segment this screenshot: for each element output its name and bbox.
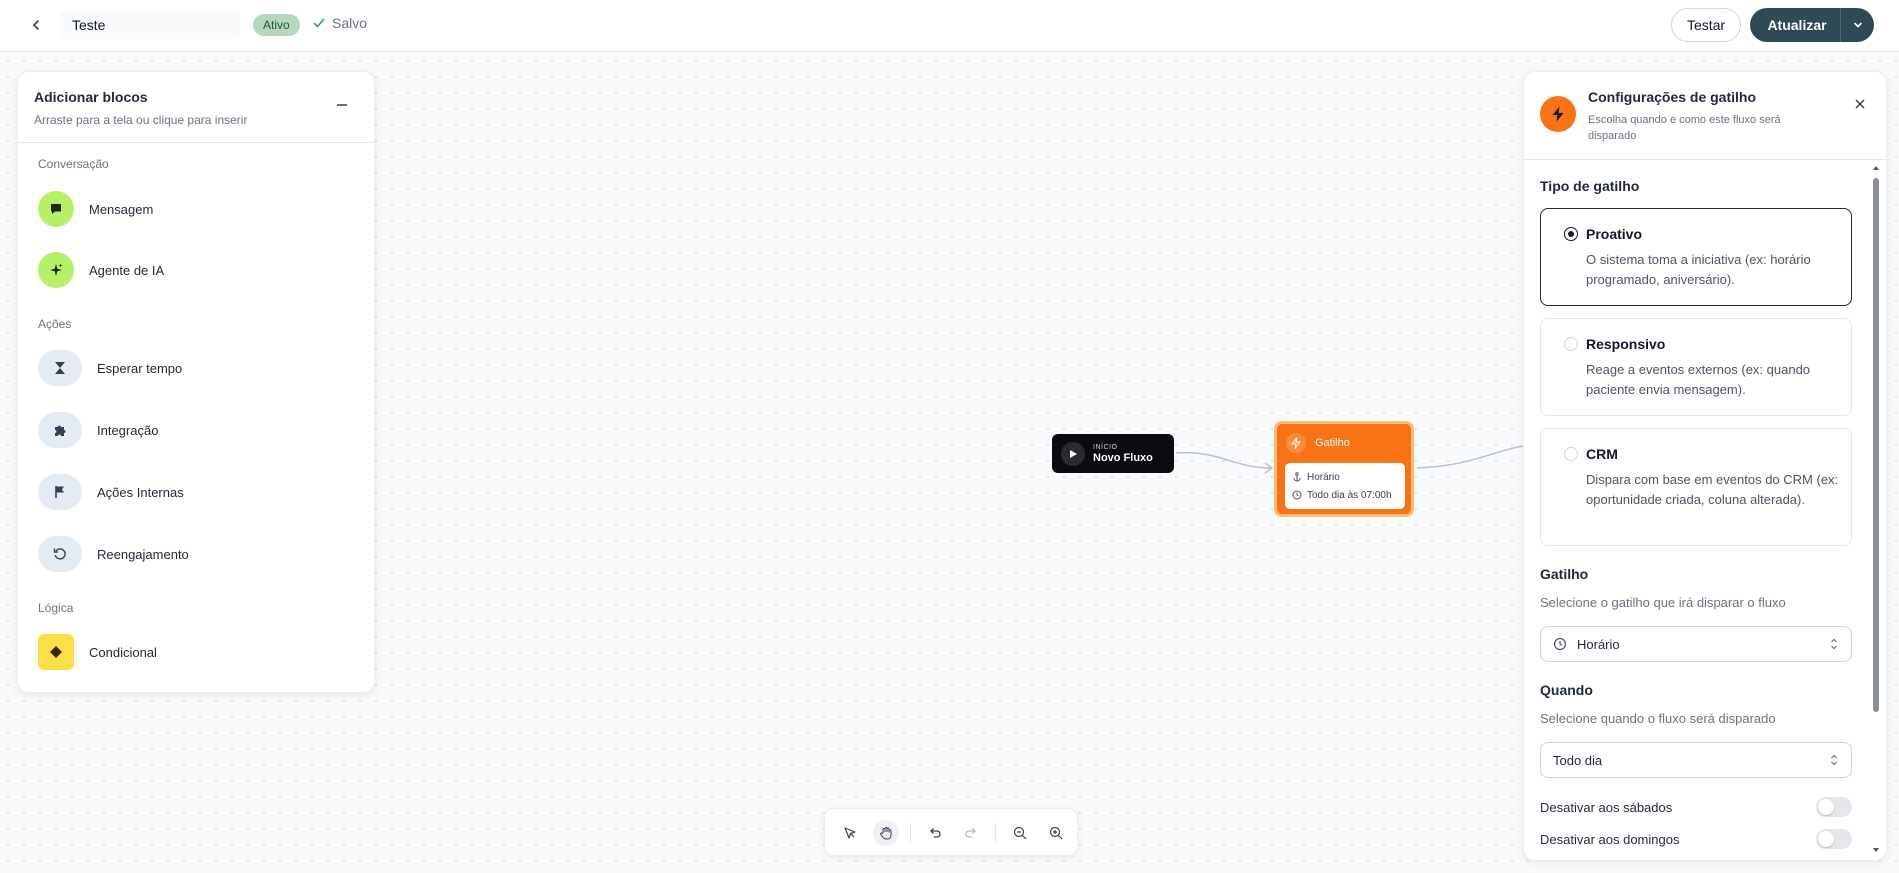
edge-start-trigger (1175, 451, 1273, 469)
trigger-node-line1: Horário (1307, 471, 1340, 483)
radio-crm[interactable] (1564, 447, 1578, 461)
toggle-label: Desativar aos domingos (1540, 831, 1680, 847)
option-title: CRM (1586, 446, 1618, 462)
redo-icon (965, 828, 976, 838)
trigger-help: Selecione o gatilho que irá disparar o f… (1540, 595, 1786, 610)
bolt-icon (1540, 96, 1576, 132)
undo-button[interactable] (922, 820, 948, 846)
option-crm[interactable]: CRM Dispara com base em eventos do CRM (… (1540, 428, 1852, 546)
clock-icon (1553, 637, 1567, 651)
toggle-sunday[interactable] (1816, 829, 1852, 849)
option-title: Proativo (1586, 226, 1643, 242)
toolbar-separator (995, 823, 996, 843)
trigger-config-panel: Configurações de gatilho Escolha quando … (1523, 71, 1887, 861)
option-responsive[interactable]: Responsivo Reage a eventos externos (ex:… (1540, 318, 1852, 416)
zoom-out-button[interactable] (1007, 820, 1033, 846)
toggle-saturday[interactable] (1816, 797, 1852, 817)
hourglass-icon (38, 350, 82, 386)
anchor-icon (1293, 472, 1301, 482)
hand-icon (880, 827, 892, 840)
trigger-node[interactable]: Gatilho Horário Todo dia às 07:00h (1274, 421, 1414, 517)
zoom-out-icon (1013, 826, 1027, 840)
config-panel-header: Configurações de gatilho Escolha quando … (1524, 72, 1886, 160)
cursor-icon (844, 827, 856, 839)
trigger-label: Gatilho (1540, 566, 1589, 582)
option-proactive[interactable]: Proativo O sistema toma a iniciativa (ex… (1540, 208, 1852, 306)
pan-tool-button[interactable] (873, 820, 899, 846)
blocks-panel-title: Adicionar blocos (34, 89, 148, 105)
toggle-row-sunday: Desativar aos domingos (1540, 828, 1852, 850)
scroll-down-icon (1873, 848, 1879, 852)
trigger-node-title: Gatilho (1315, 437, 1350, 449)
flag-icon (38, 474, 82, 510)
clock-icon (1292, 490, 1302, 500)
block-ai-agent[interactable]: Agente de IA (38, 248, 358, 292)
section-label-actions: Ações (38, 317, 72, 331)
close-icon (1855, 99, 1865, 109)
sparkle-icon (38, 252, 74, 288)
diamond-icon (38, 634, 74, 670)
block-label: Integração (97, 422, 159, 438)
play-icon (1061, 441, 1085, 466)
block-label: Ações Internas (97, 484, 184, 500)
trigger-select-value: Horário (1577, 636, 1620, 652)
undo-icon (930, 828, 941, 838)
scrollbar-thumb[interactable] (1873, 178, 1879, 712)
add-blocks-panel: Adicionar blocos Arraste para a tela ou … (17, 71, 375, 693)
close-panel-button[interactable] (1852, 96, 1868, 112)
edge-trigger-out (1416, 445, 1524, 469)
when-select[interactable]: Todo dia (1540, 742, 1852, 778)
chevron-updown-icon (1831, 638, 1837, 650)
option-description: Dispara com base em eventos do CRM (ex: … (1586, 472, 1839, 507)
collapse-panel-button[interactable] (334, 97, 350, 113)
radio-proactive[interactable] (1564, 227, 1578, 241)
block-label: Reengajamento (97, 546, 189, 562)
blocks-panel-header: Adicionar blocos Arraste para a tela ou … (18, 72, 374, 143)
radio-responsive[interactable] (1564, 337, 1578, 351)
bolt-icon (1286, 433, 1306, 453)
canvas-toolbar (824, 808, 1078, 856)
block-wait-time[interactable]: Esperar tempo (38, 346, 358, 390)
puzzle-icon (38, 412, 82, 448)
block-internal-actions[interactable]: Ações Internas (38, 470, 358, 514)
toggle-label: Desativar aos sábados (1540, 799, 1673, 815)
blocks-panel-subtitle: Arraste para a tela ou clique para inser… (34, 113, 248, 127)
block-label: Condicional (89, 644, 157, 660)
config-panel-title: Configurações de gatilho (1588, 89, 1757, 105)
block-reengagement[interactable]: Reengajamento (38, 532, 358, 576)
zoom-in-button[interactable] (1043, 820, 1069, 846)
section-label-logic: Lógica (38, 601, 74, 615)
toolbar-separator (910, 823, 911, 843)
toggle-row-saturday: Desativar aos sábados (1540, 796, 1852, 818)
scroll-up-icon (1873, 166, 1879, 170)
zoom-in-icon (1049, 826, 1063, 840)
trigger-node-body: Horário Todo dia às 07:00h (1285, 463, 1405, 509)
trigger-type-label: Tipo de gatilho (1540, 178, 1640, 194)
when-label: Quando (1540, 682, 1593, 698)
refresh-icon (38, 536, 82, 572)
block-integration[interactable]: Integração (38, 408, 358, 452)
section-label-conversation: Conversação (38, 157, 109, 171)
option-title: Responsivo (1586, 336, 1666, 352)
config-panel-subtitle: Escolha quando e como este fluxo será di… (1588, 114, 1781, 142)
block-label: Mensagem (89, 201, 154, 217)
trigger-node-line2: Todo dia às 07:00h (1307, 489, 1392, 501)
redo-button[interactable] (958, 820, 984, 846)
block-message[interactable]: Mensagem (38, 187, 358, 231)
minus-icon (337, 104, 347, 106)
select-tool-button[interactable] (837, 820, 863, 846)
chat-icon (38, 191, 74, 227)
option-description: Reage a eventos externos (ex: quando pac… (1586, 362, 1811, 397)
when-select-value: Todo dia (1553, 752, 1603, 768)
chevron-updown-icon (1831, 754, 1837, 766)
start-node[interactable]: INÍCIO Novo Fluxo (1052, 434, 1174, 473)
option-description: O sistema toma a iniciativa (ex: horário… (1586, 252, 1811, 287)
trigger-select[interactable]: Horário (1540, 626, 1852, 662)
block-conditional[interactable]: Condicional (38, 630, 358, 674)
when-help: Selecione quando o fluxo será disparado (1540, 711, 1776, 726)
start-node-name: Novo Fluxo (1093, 451, 1153, 464)
start-node-label: INÍCIO (1093, 443, 1118, 451)
block-label: Esperar tempo (97, 360, 183, 376)
block-label: Agente de IA (89, 262, 165, 278)
